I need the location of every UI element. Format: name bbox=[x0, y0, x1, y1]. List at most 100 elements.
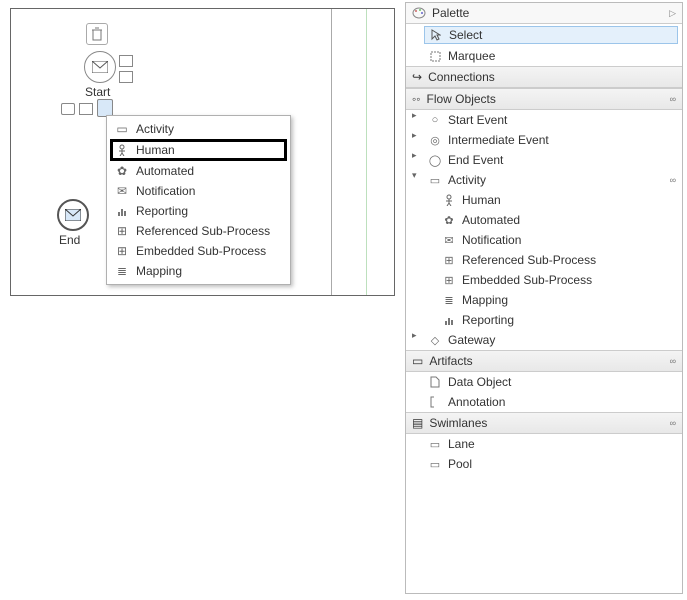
start-event-label: Start bbox=[85, 85, 110, 99]
human-icon bbox=[442, 194, 456, 206]
gateway-icon: ◇ bbox=[428, 334, 442, 347]
ctx-reporting[interactable]: Reporting bbox=[110, 201, 287, 221]
gear-icon: ✿ bbox=[442, 214, 456, 227]
tool-marquee[interactable]: Marquee bbox=[406, 46, 682, 66]
tree-caret[interactable]: ▸ bbox=[412, 110, 417, 121]
decorator-icon[interactable] bbox=[61, 103, 75, 115]
item-notification[interactable]: ✉ Notification bbox=[406, 230, 682, 250]
artifacts-icon: ▭ bbox=[412, 354, 423, 368]
guide-line bbox=[366, 9, 367, 295]
tool-label: Select bbox=[449, 28, 482, 42]
item-label: Intermediate Event bbox=[448, 133, 549, 147]
lane-icon: ▭ bbox=[428, 438, 442, 451]
end-event-label: End bbox=[59, 233, 80, 247]
decorator-icon[interactable] bbox=[119, 71, 133, 83]
ctx-activity[interactable]: ▭ Activity bbox=[110, 119, 287, 139]
item-label: Notification bbox=[462, 233, 521, 247]
tool-select[interactable]: Select bbox=[424, 26, 678, 44]
swimlanes-icon: ▤ bbox=[412, 416, 423, 430]
item-annotation[interactable]: Annotation bbox=[406, 392, 682, 412]
mapping-icon: ≣ bbox=[116, 264, 128, 278]
item-reporting[interactable]: Reporting bbox=[406, 310, 682, 330]
chart-icon bbox=[442, 315, 456, 326]
section-label: Flow Objects bbox=[427, 92, 496, 106]
flow-objects-icon: ◦◦ bbox=[412, 92, 421, 106]
palette-icon bbox=[412, 7, 426, 19]
item-human[interactable]: Human bbox=[406, 190, 682, 210]
section-connections[interactable]: ↪ Connections bbox=[406, 66, 682, 88]
item-intermediate-event[interactable]: ◎ Intermediate Event bbox=[406, 130, 682, 150]
tree-caret-expanded[interactable]: ▾ bbox=[412, 170, 417, 181]
ctx-embedded-subprocess[interactable]: ⊞ Embedded Sub-Process bbox=[110, 241, 287, 261]
tree-caret[interactable]: ▸ bbox=[412, 330, 417, 341]
gear-icon: ✿ bbox=[116, 164, 128, 178]
chart-icon bbox=[116, 206, 128, 217]
section-label: Connections bbox=[428, 70, 495, 84]
data-object-icon bbox=[428, 376, 442, 388]
section-swimlanes[interactable]: ▤ Swimlanes ∞ bbox=[406, 412, 682, 434]
ctx-notification[interactable]: ✉ Notification bbox=[110, 181, 287, 201]
ctx-automated[interactable]: ✿ Automated bbox=[110, 161, 287, 181]
item-label: Pool bbox=[448, 457, 472, 471]
ctx-label: Reporting bbox=[136, 204, 188, 218]
item-label: Start Event bbox=[448, 113, 507, 127]
pool-icon: ▭ bbox=[428, 458, 442, 471]
start-event-node[interactable] bbox=[84, 51, 116, 83]
item-start-event[interactable]: ○ Start Event bbox=[406, 110, 682, 130]
embedded-icon: ⊞ bbox=[116, 244, 128, 258]
start-event-icon: ○ bbox=[428, 114, 442, 126]
ctx-human[interactable]: Human bbox=[110, 139, 287, 161]
item-lane[interactable]: ▭ Lane bbox=[406, 434, 682, 454]
cursor-icon bbox=[429, 29, 443, 41]
item-automated[interactable]: ✿ Automated bbox=[406, 210, 682, 230]
human-icon bbox=[116, 144, 128, 156]
context-menu: ▭ Activity Human ✿ Automated ✉ Notificat… bbox=[106, 115, 291, 285]
item-label: Data Object bbox=[448, 375, 511, 389]
collapse-icon[interactable]: ∞ bbox=[670, 94, 676, 104]
section-label: Artifacts bbox=[429, 354, 472, 368]
item-embedded-subprocess[interactable]: ⊞ Embedded Sub-Process bbox=[406, 270, 682, 290]
decorator-icon[interactable] bbox=[79, 103, 93, 115]
marquee-icon bbox=[428, 51, 442, 62]
ctx-referenced-subprocess[interactable]: ⊞ Referenced Sub-Process bbox=[110, 221, 287, 241]
palette-panel: Palette ▷ Select Marquee ↪ Connections ◦… bbox=[405, 2, 683, 594]
item-end-event[interactable]: ◯ End Event bbox=[406, 150, 682, 170]
ctx-label: Human bbox=[136, 143, 175, 157]
item-data-object[interactable]: Data Object bbox=[406, 372, 682, 392]
item-referenced-subprocess[interactable]: ⊞ Referenced Sub-Process bbox=[406, 250, 682, 270]
tool-label: Marquee bbox=[448, 49, 495, 63]
end-event-node[interactable] bbox=[57, 199, 89, 231]
item-gateway[interactable]: ◇ Gateway bbox=[406, 330, 682, 350]
trash-icon[interactable] bbox=[86, 23, 108, 45]
intermediate-event-icon: ◎ bbox=[428, 134, 442, 147]
notification-icon: ✉ bbox=[442, 234, 456, 247]
item-label: Annotation bbox=[448, 395, 505, 409]
collapse-icon[interactable]: ▷ bbox=[669, 8, 676, 19]
palette-header[interactable]: Palette ▷ bbox=[406, 3, 682, 24]
ctx-mapping[interactable]: ≣ Mapping bbox=[110, 261, 287, 281]
item-label: Activity bbox=[448, 173, 486, 187]
decorator-icon[interactable] bbox=[119, 55, 133, 67]
collapse-icon[interactable]: ∞ bbox=[670, 418, 676, 428]
activity-icon: ▭ bbox=[116, 122, 128, 136]
collapse-icon[interactable]: ∞ bbox=[670, 175, 676, 185]
connections-icon: ↪ bbox=[412, 70, 422, 84]
section-flow-objects[interactable]: ◦◦ Flow Objects ∞ bbox=[406, 88, 682, 110]
item-label: Embedded Sub-Process bbox=[462, 273, 592, 287]
diagram-canvas[interactable]: Start End ▭ Activity Human ✿ Automated ✉… bbox=[10, 8, 395, 296]
item-label: Referenced Sub-Process bbox=[462, 253, 596, 267]
embedded-icon: ⊞ bbox=[442, 274, 456, 287]
notification-icon: ✉ bbox=[116, 184, 128, 198]
item-label: Gateway bbox=[448, 333, 495, 347]
tree-caret[interactable]: ▸ bbox=[412, 150, 417, 161]
end-event-icon: ◯ bbox=[428, 154, 442, 167]
item-label: Automated bbox=[462, 213, 520, 227]
section-artifacts[interactable]: ▭ Artifacts ∞ bbox=[406, 350, 682, 372]
ctx-label: Activity bbox=[136, 122, 174, 136]
item-activity[interactable]: ▭ Activity ∞ bbox=[406, 170, 682, 190]
ctx-label: Notification bbox=[136, 184, 195, 198]
item-mapping[interactable]: ≣ Mapping bbox=[406, 290, 682, 310]
item-pool[interactable]: ▭ Pool bbox=[406, 454, 682, 474]
collapse-icon[interactable]: ∞ bbox=[670, 356, 676, 366]
tree-caret[interactable]: ▸ bbox=[412, 130, 417, 141]
